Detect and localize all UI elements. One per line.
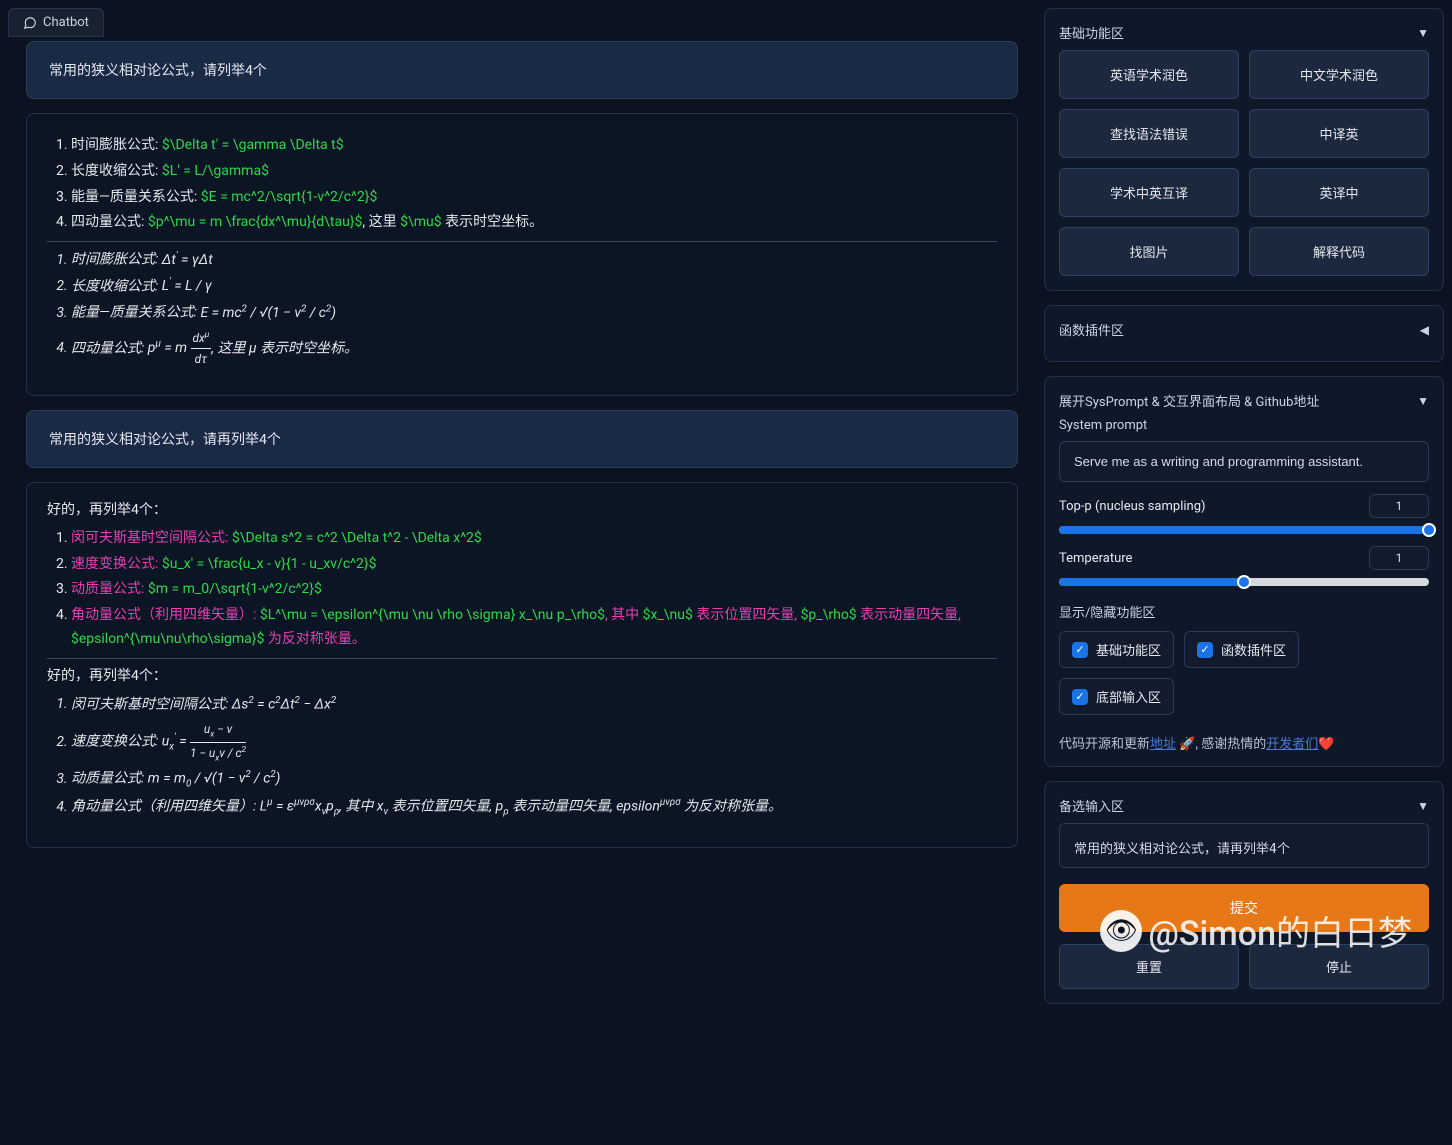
submit-button[interactable]: 提交	[1059, 884, 1429, 932]
user-message: 常用的狭义相对论公式，请再列举4个	[26, 410, 1018, 468]
sys-prompt-label: System prompt	[1059, 418, 1429, 433]
func-button[interactable]: 找图片	[1059, 227, 1239, 276]
func-button[interactable]: 中译英	[1249, 109, 1429, 158]
func-button[interactable]: 查找语法错误	[1059, 109, 1239, 158]
check-icon: ✓	[1072, 689, 1088, 705]
func-button[interactable]: 学术中英互译	[1059, 168, 1239, 217]
rendered-formula: 闵可夫斯基时空间隔公式: Δs2 = c2Δt2 − Δx2	[71, 693, 997, 717]
divider	[47, 241, 997, 242]
rendered-formula: 长度收缩公式: L′ = L / γ	[71, 275, 997, 299]
basic-panel: 基础功能区 ▼ 英语学术润色 中文学术润色 查找语法错误 中译英 学术中英互译 …	[1044, 8, 1444, 291]
rendered-formula: 速度变换公式: ux′ = ux − v1 − uxv / c2	[71, 719, 997, 765]
alt-input-panel: 备选输入区 ▼ 提交 重置 停止	[1044, 781, 1444, 1004]
rendered-formula: 四动量公式: pμ = m dxμdτ, 这里 μ 表示时空坐标。	[71, 328, 997, 369]
toggle-checkbox[interactable]: ✓ 函数插件区	[1184, 631, 1299, 668]
panel-header[interactable]: 备选输入区 ▼	[1059, 796, 1429, 815]
caret-down-icon: ▼	[1417, 26, 1429, 40]
func-button[interactable]: 英译中	[1249, 168, 1429, 217]
panel-header[interactable]: 展开SysPrompt & 交互界面布局 & Github地址 ▼	[1059, 391, 1429, 410]
plugin-panel: 函数插件区 ◀	[1044, 305, 1444, 362]
caret-left-icon: ◀	[1420, 323, 1429, 337]
rocket-icon: 🚀	[1179, 737, 1195, 752]
note-text: 代码开源和更新地址 🚀, 感谢热情的开发者们❤️	[1059, 733, 1429, 752]
alt-input[interactable]	[1059, 823, 1429, 868]
bot-message: 好的，再列举4个： 闵可夫斯基时空间隔公式: $\Delta s^2 = c^2…	[26, 482, 1018, 848]
devs-link[interactable]: 开发者们	[1266, 737, 1318, 752]
source-link[interactable]: 地址	[1150, 737, 1176, 752]
func-button[interactable]: 解释代码	[1249, 227, 1429, 276]
bot-message: 时间膨胀公式: $\Delta t' = \gamma \Delta t$ 长度…	[26, 113, 1018, 396]
divider	[47, 658, 997, 659]
heart-icon: ❤️	[1318, 737, 1334, 752]
rendered-formula: 时间膨胀公式: Δt′ = γΔt	[71, 248, 997, 272]
top-p-label: Top-p (nucleus sampling)	[1059, 499, 1206, 514]
toggle-checkbox[interactable]: ✓ 底部输入区	[1059, 678, 1174, 715]
toggle-title: 显示/隐藏功能区	[1059, 602, 1429, 621]
reset-button[interactable]: 重置	[1059, 944, 1239, 989]
panel-title: 函数插件区	[1059, 320, 1124, 339]
panel-header[interactable]: 基础功能区 ▼	[1059, 23, 1429, 42]
panel-title: 基础功能区	[1059, 23, 1124, 42]
caret-down-icon: ▼	[1417, 799, 1429, 813]
user-message: 常用的狭义相对论公式，请列举4个	[26, 41, 1018, 99]
panel-header[interactable]: 函数插件区 ◀	[1059, 320, 1429, 339]
toggle-checkbox[interactable]: ✓ 基础功能区	[1059, 631, 1174, 668]
temperature-value[interactable]: 1	[1369, 546, 1429, 570]
user-message-text: 常用的狭义相对论公式，请再列举4个	[49, 432, 281, 448]
stop-button[interactable]: 停止	[1249, 944, 1429, 989]
check-icon: ✓	[1197, 642, 1213, 658]
rendered-formula: 角动量公式（利用四维矢量）: Lμ = εμνρσxνpρ, 其中 xν 表示位…	[71, 795, 997, 821]
bot-text: 好的，再列举4个：	[47, 665, 997, 689]
rendered-formula: 能量—质量关系公式: E = mc2 / √(1 − v2 / c2)	[71, 301, 997, 325]
chat-icon	[23, 16, 37, 30]
func-button[interactable]: 中文学术润色	[1249, 50, 1429, 99]
check-icon: ✓	[1072, 642, 1088, 658]
temperature-slider[interactable]	[1059, 578, 1429, 586]
tab-label: Chatbot	[43, 15, 89, 30]
func-button[interactable]: 英语学术润色	[1059, 50, 1239, 99]
panel-title: 备选输入区	[1059, 796, 1124, 815]
rendered-formula: 动质量公式: m = m0 / √(1 − v2 / c2)	[71, 767, 997, 793]
temperature-label: Temperature	[1059, 551, 1132, 566]
top-p-slider[interactable]	[1059, 526, 1429, 534]
bot-text: 好的，再列举4个：	[47, 499, 997, 523]
system-prompt-input[interactable]	[1059, 441, 1429, 482]
caret-down-icon: ▼	[1417, 394, 1429, 408]
user-message-text: 常用的狭义相对论公式，请列举4个	[49, 63, 267, 79]
panel-title: 展开SysPrompt & 交互界面布局 & Github地址	[1059, 391, 1319, 410]
sysprompt-panel: 展开SysPrompt & 交互界面布局 & Github地址 ▼ System…	[1044, 376, 1444, 767]
tab-chatbot[interactable]: Chatbot	[8, 8, 104, 37]
top-p-value[interactable]: 1	[1369, 494, 1429, 518]
